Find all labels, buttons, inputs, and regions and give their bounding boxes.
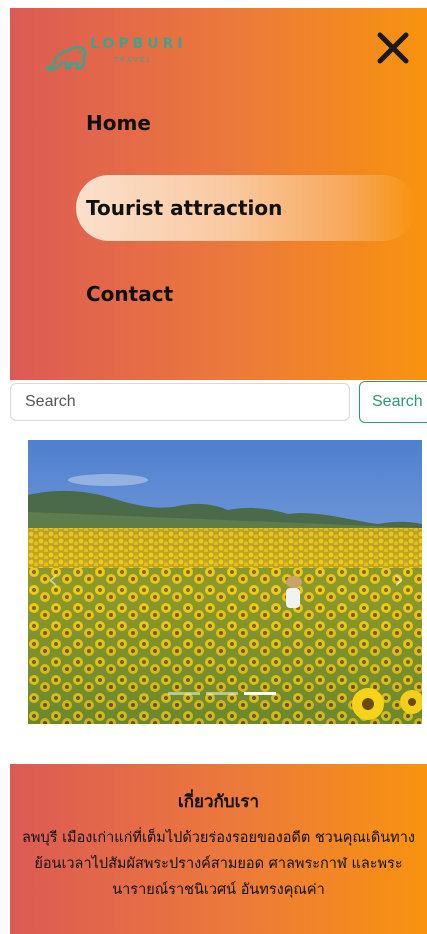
about-title: เกี่ยวกับเรา [177, 792, 260, 812]
nav-item-contact[interactable]: Contact [76, 261, 173, 327]
about-section: เกี่ยวกับเรา ลพบุรี เมืองเก่าแก่ที่เต็มไ… [10, 764, 427, 934]
logo-text: LOPBURI [90, 36, 187, 52]
about-body: ลพบุรี เมืองเก่าแก่ที่เต็มไปด้วยร่องรอยข… [22, 830, 415, 898]
chevron-right-icon: › [393, 565, 405, 595]
nav-item-home[interactable]: Home [76, 90, 151, 156]
search-button[interactable]: Search [359, 381, 427, 423]
carousel-indicator-1[interactable] [168, 692, 200, 695]
nav-item-tourist-attraction[interactable]: Tourist attraction [76, 175, 416, 241]
logo-subtext: TRAVEL [114, 56, 153, 64]
image-carousel[interactable]: ‹ › [28, 440, 422, 724]
carousel-indicators [168, 692, 276, 695]
sunflower-field-image [28, 440, 422, 724]
nav-menu-panel: LOPBURI TRAVEL Home Tourist attraction C… [10, 8, 427, 380]
search-input[interactable] [10, 383, 350, 421]
close-menu-button[interactable] [373, 28, 413, 68]
brand-logo[interactable]: LOPBURI TRAVEL [46, 36, 196, 76]
carousel-next-button[interactable]: › [384, 565, 414, 595]
chevron-left-icon: ‹ [47, 565, 59, 595]
carousel-indicator-2[interactable] [206, 692, 238, 695]
monkey-logo-icon [46, 45, 87, 72]
close-icon [377, 32, 409, 64]
carousel-indicator-3[interactable] [244, 692, 276, 695]
carousel-prev-button[interactable]: ‹ [38, 565, 68, 595]
